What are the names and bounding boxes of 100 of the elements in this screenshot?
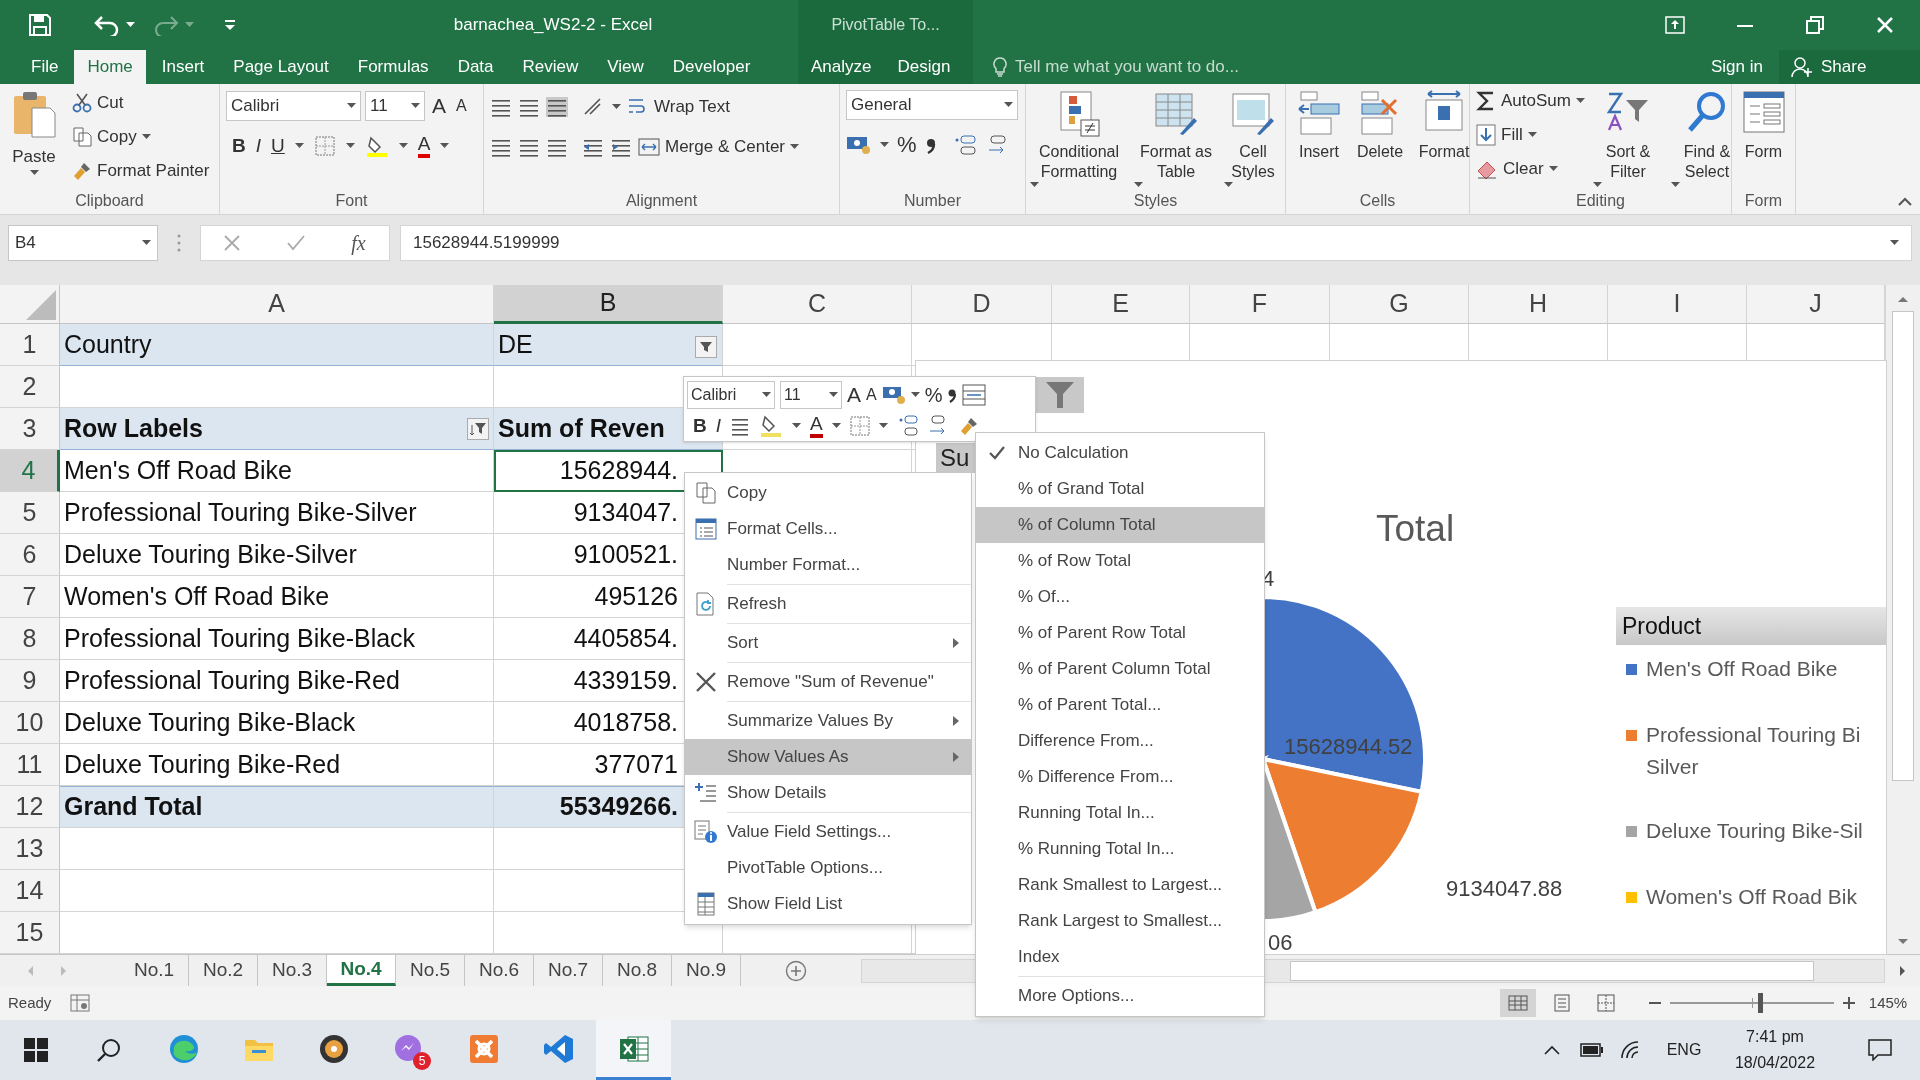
menu-item[interactable]: Rank Largest to Smallest... [976, 903, 1264, 939]
ribbon-tab[interactable]: Page Layout [220, 50, 342, 84]
menu-item[interactable]: More Options... [976, 978, 1264, 1014]
ribbon-tab[interactable]: File [18, 50, 72, 84]
fill-color-icon[interactable] [759, 414, 783, 439]
menu-item[interactable]: Show Values As [685, 739, 971, 775]
insert-function-button[interactable]: fx [351, 227, 366, 258]
show-hidden-icons-icon[interactable] [1544, 1045, 1560, 1055]
ribbon-display-icon[interactable] [1665, 16, 1685, 34]
menu-item[interactable]: % of Parent Row Total [976, 615, 1264, 651]
wrap-text-button[interactable]: Wrap Text [627, 90, 730, 124]
row-header[interactable]: 3 [0, 408, 60, 450]
column-header[interactable]: E [1052, 285, 1190, 324]
italic-button[interactable]: I [715, 412, 721, 441]
column-header[interactable]: G [1330, 285, 1469, 324]
zoom-level[interactable]: 145% [1856, 991, 1920, 1015]
cell-styles-button[interactable]: Cell Styles [1224, 90, 1282, 188]
row-header[interactable]: 2 [0, 366, 60, 408]
restore-icon[interactable] [1806, 16, 1824, 34]
column-header[interactable]: C [723, 285, 912, 324]
clear-button[interactable]: Clear [1476, 152, 1585, 186]
zoom-in-icon[interactable] [1842, 996, 1856, 1010]
sort-filter-button[interactable]: Sort & Filter [1592, 90, 1663, 188]
paintbrush-icon[interactable] [958, 416, 979, 437]
menu-item[interactable]: Show Field List [685, 886, 971, 922]
merge-icon[interactable] [962, 383, 987, 406]
menu-item[interactable]: Index [976, 939, 1264, 975]
taskbar-button[interactable]: 5 [371, 1020, 446, 1080]
column-header[interactable]: B [494, 285, 723, 324]
row-header[interactable]: 14 [0, 870, 60, 912]
clock[interactable]: 7:41 pm 18/04/2022 [1710, 1024, 1840, 1076]
formula-input[interactable]: 15628944.5199999 [400, 224, 1912, 261]
font-size-field[interactable]: 11 [365, 90, 425, 121]
font-name-field[interactable]: Calibri [226, 90, 361, 121]
menu-item[interactable]: Rank Smallest to Largest... [976, 867, 1264, 903]
row-header[interactable]: 9 [0, 660, 60, 702]
italic-button[interactable]: I [255, 131, 261, 160]
underline-button[interactable]: U [271, 131, 285, 160]
row-header[interactable]: 10 [0, 702, 60, 744]
taskbar-button[interactable] [596, 1020, 671, 1080]
currency-icon[interactable] [881, 384, 906, 405]
fill-button[interactable]: Fill [1476, 118, 1585, 152]
row-header[interactable]: 15 [0, 912, 60, 954]
row-header[interactable]: 12 [0, 786, 60, 828]
ribbon-tab[interactable]: Data [444, 50, 507, 84]
column-header[interactable]: J [1747, 285, 1885, 324]
menu-item[interactable]: % of Parent Total... [976, 687, 1264, 723]
macro-record-icon[interactable] [70, 994, 90, 1012]
row-header[interactable]: 7 [0, 576, 60, 618]
menu-item[interactable]: Running Total In... [976, 795, 1264, 831]
percent-button[interactable]: % [924, 379, 943, 410]
save-icon[interactable] [28, 13, 52, 37]
increase-indent-icon[interactable] [610, 137, 632, 157]
row-header[interactable]: 1 [0, 324, 60, 366]
shrink-font-button[interactable]: A [866, 382, 877, 407]
ribbon-tab[interactable]: View [594, 50, 657, 84]
horizontal-scrollbar-thumb[interactable] [1290, 960, 1814, 981]
row-header[interactable]: 6 [0, 534, 60, 576]
scroll-down-icon[interactable] [1897, 938, 1909, 946]
menu-item[interactable]: % Running Total In... [976, 831, 1264, 867]
column-header[interactable]: F [1190, 285, 1330, 324]
menu-item[interactable]: Difference From... [976, 723, 1264, 759]
number-format-field[interactable]: General [846, 90, 1018, 120]
grow-font-button[interactable]: A [429, 90, 449, 122]
notifications-icon[interactable] [1868, 1039, 1892, 1061]
menu-item[interactable]: % Of... [976, 579, 1264, 615]
tell-me-field[interactable]: Tell me what you want to do... [973, 54, 1673, 80]
chart-filter-button[interactable] [1036, 377, 1084, 413]
row-header[interactable]: 13 [0, 828, 60, 870]
menu-item[interactable]: % of Row Total [976, 543, 1264, 579]
sort-filter-button-icon[interactable] [467, 418, 489, 440]
font-color-button[interactable]: A [810, 414, 823, 439]
ribbon-tab[interactable]: Home [74, 50, 146, 84]
menu-item[interactable]: % Difference From... [976, 759, 1264, 795]
menu-item[interactable]: % of Parent Column Total [976, 651, 1264, 687]
add-sheet-icon[interactable] [785, 959, 807, 982]
column-header[interactable]: D [912, 285, 1052, 324]
menu-item[interactable]: % of Column Total [976, 507, 1264, 543]
menu-item[interactable]: PivotTable Options... [685, 850, 971, 886]
normal-view-icon[interactable] [1500, 989, 1536, 1017]
paste-button[interactable]: Paste [6, 90, 62, 176]
zoom-slider-thumb[interactable] [1758, 993, 1764, 1013]
format-painter-button[interactable]: Format Painter [72, 154, 210, 188]
row-header[interactable]: 8 [0, 618, 60, 660]
column-header[interactable]: H [1469, 285, 1608, 324]
column-header[interactable]: I [1608, 285, 1747, 324]
insert-cells-button[interactable]: Insert [1292, 90, 1346, 162]
collapse-ribbon-icon[interactable] [1898, 196, 1912, 206]
ribbon-tab[interactable]: Design [884, 50, 964, 84]
ribbon-tab[interactable]: Developer [659, 50, 764, 84]
shrink-font-button[interactable]: A [453, 93, 470, 118]
sheet-tab[interactable]: No.4 [327, 955, 396, 986]
share-button[interactable]: Share [1779, 50, 1920, 84]
scroll-right-icon[interactable] [1898, 964, 1907, 977]
bold-button[interactable]: B [693, 412, 707, 441]
autosum-button[interactable]: AutoSum [1476, 84, 1585, 118]
grow-font-button[interactable]: A [847, 378, 861, 411]
customize-icon[interactable] [224, 19, 236, 31]
currency-icon[interactable] [846, 134, 872, 155]
center-align-icon[interactable] [730, 416, 750, 437]
